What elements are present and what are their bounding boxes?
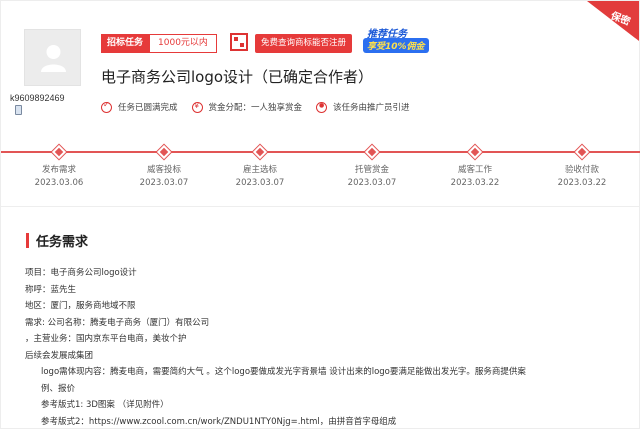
step-label: 托管赏金 [354, 165, 389, 175]
step-date: 2023.03.07 [139, 178, 189, 188]
requirement-line: 称呼：蓝先生 [25, 284, 77, 295]
step-label: 发布需求 [41, 165, 76, 175]
timeline-step: 威客投标 2023.03.07 [119, 144, 209, 188]
timeline-step: 雇主选标 2023.03.07 [215, 144, 305, 188]
task-detail-page: k9609892469 招标任务 1000元以内 免费查询商标能否注册 推荐任务… [0, 0, 640, 429]
step-date: 2023.03.06 [34, 178, 84, 188]
step-marker [51, 144, 67, 160]
requirement-line: 参考版式1: 3D图案 （详见附件） [41, 400, 169, 410]
trademark-check-button[interactable]: 免费查询商标能否注册 [255, 34, 353, 53]
step-date: 2023.03.07 [347, 178, 397, 188]
phone-verified-icon [15, 105, 22, 115]
step-label: 威客投标 [146, 165, 181, 175]
timeline-step: 威客工作 2023.03.22 [430, 144, 520, 188]
step-marker [156, 144, 172, 160]
meta-item-bounty: 赏金分配：一人独享赏金 [191, 101, 303, 113]
meta-item-referrer: 该任务由推广员引进 [316, 101, 410, 113]
step-date: 2023.03.22 [557, 178, 607, 188]
step-date: 2023.03.22 [450, 178, 500, 188]
meta-bounty-text: 赏金分配：一人独享赏金 [208, 103, 303, 113]
meta-referrer-text: 该任务由推广员引进 [333, 103, 410, 113]
confidential-ribbon: 保密 [587, 1, 639, 41]
promo-banner[interactable]: 推荐任务 享受10%佣金 [359, 25, 443, 55]
requirement-line: 需求: 公司名称：腾麦电子商务（厦门）有限公司 [25, 317, 210, 328]
budget-badge: 1000元以内 [149, 34, 217, 53]
avatar[interactable] [24, 29, 81, 86]
ribbon-label: 保密 [609, 10, 632, 28]
page-title: 电子商务公司logo设计（已确定合作者） [101, 68, 374, 86]
timeline-step: 验收付款 2023.03.22 [537, 144, 627, 188]
meta-item-status: 任务已圆满完成 [101, 100, 178, 113]
step-label: 雇主选标 [242, 165, 277, 175]
section-header: 任务需求 [26, 231, 88, 250]
step-date: 2023.03.07 [235, 178, 285, 188]
timeline-step: 发布需求 2023.03.06 [14, 144, 104, 188]
task-tag-row: 招标任务 1000元以内 [101, 34, 217, 53]
requirements-content: 项目：电子商务公司logo设计 称呼：蓝先生 地区：厦门，服务商地域不限 需求:… [25, 265, 625, 429]
step-marker [574, 144, 590, 160]
username[interactable]: k9609892469 [10, 93, 65, 103]
check-circle-icon [101, 100, 112, 113]
step-marker [364, 144, 380, 160]
money-icon [191, 101, 203, 113]
meta-status-text: 任务已圆满完成 [118, 103, 178, 113]
task-meta-row: 任务已圆满完成 赏金分配：一人独享赏金 该任务由推广员引进 [101, 100, 424, 113]
promo-subtitle: 享受10%佣金 [363, 38, 429, 53]
step-marker [467, 144, 483, 160]
step-label: 验收付款 [564, 165, 599, 175]
step-label: 威客工作 [457, 165, 492, 175]
section-accent-bar [26, 233, 29, 248]
requirement-line: ，主营业务：国内京东平台电商，美妆个护 [25, 334, 187, 344]
requirement-line: 例、报价 [41, 383, 76, 394]
requirement-line: 地区：厦门，服务商地域不限 [25, 301, 136, 311]
requirement-line: 参考版式2：https://www.zcool.com.cn/work/ZNDU… [41, 416, 397, 427]
task-type-badge: 招标任务 [101, 34, 150, 53]
user-placeholder-icon [41, 45, 66, 72]
requirement-line: 项目：电子商务公司logo设计 [25, 268, 137, 278]
section-title: 任务需求 [36, 235, 89, 250]
referrer-icon [316, 101, 328, 113]
step-marker [252, 144, 268, 160]
progress-timeline: 发布需求 2023.03.06 威客投标 2023.03.07 雇主选标 202… [1, 144, 640, 194]
requirement-line: 后续会发展成集团 [25, 350, 94, 361]
timeline-step: 托管赏金 2023.03.07 [327, 144, 417, 188]
section-divider [1, 206, 639, 207]
qr-code-icon[interactable] [230, 33, 248, 51]
requirement-line: logo需体现内容：腾麦电商，需要简约大气 。这个logo要做成发光字背景墙 设… [41, 367, 526, 377]
